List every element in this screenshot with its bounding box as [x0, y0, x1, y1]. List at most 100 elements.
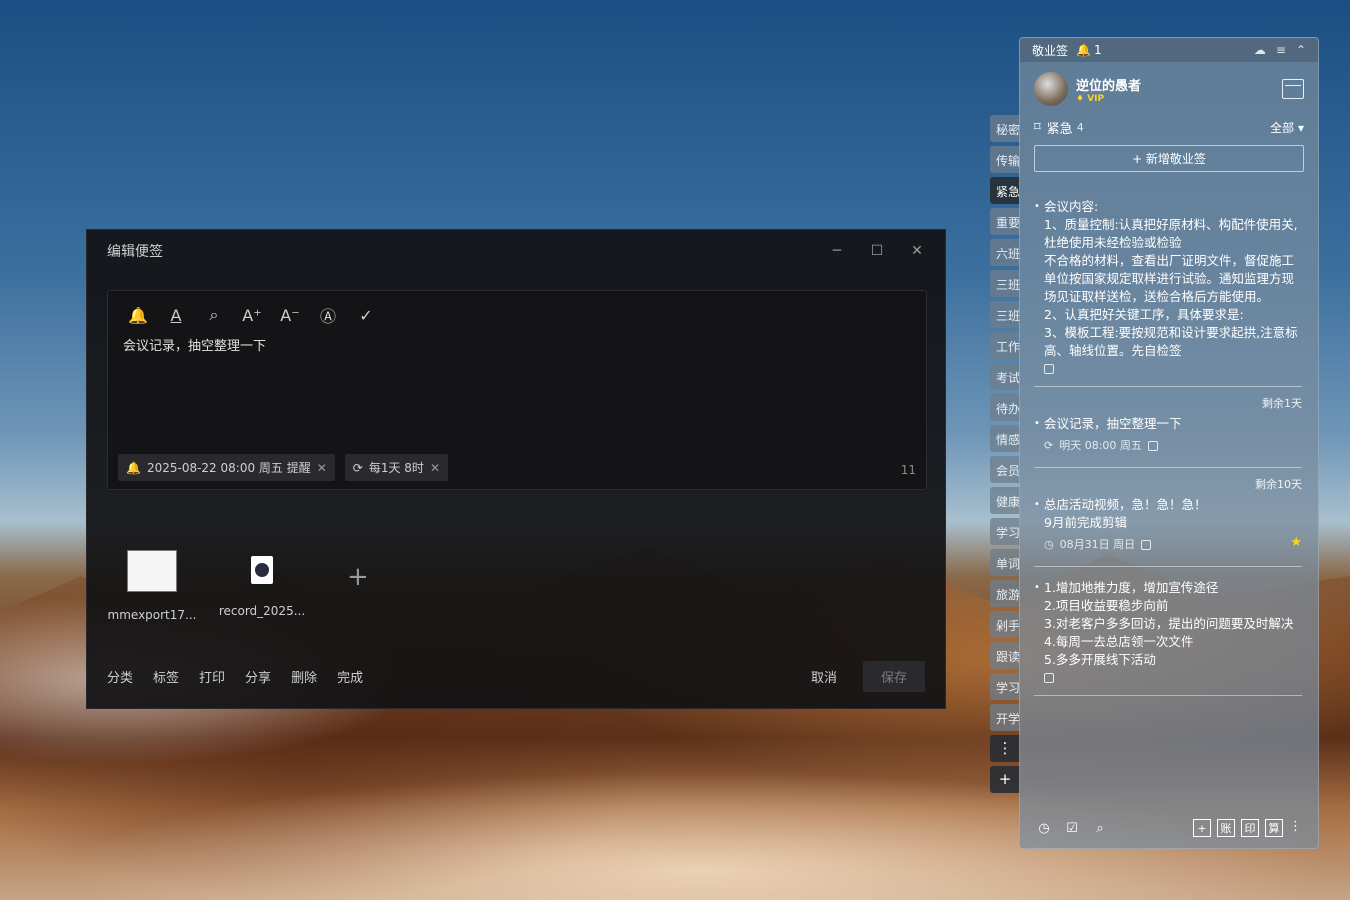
lock-icon — [1147, 441, 1158, 451]
attachment-item[interactable]: record_2025... — [217, 548, 307, 618]
note-content: 总店活动视频，急！急！急！ 9月前完成剪辑 — [1044, 497, 1207, 530]
tab-class3[interactable]: 三班 — [990, 270, 1020, 297]
tab-transfer[interactable]: 传输 — [990, 146, 1020, 173]
note-text-area[interactable]: 会议记录，抽空整理一下 — [108, 331, 926, 431]
repeat-icon: ⟳ — [352, 460, 363, 475]
panel-footer: ◷ ☑ ⌕ + 账 印 算 ⋮ — [1020, 808, 1318, 848]
notes-list: 会议内容: 1、质量控制:认真把好原材料、构配件使用关,杜绝使用未经检验或检验 … — [1034, 198, 1302, 696]
category-name: 紧急 — [1046, 122, 1073, 137]
category-button[interactable]: 分类 — [107, 667, 133, 686]
notification-count: 1 — [1093, 43, 1102, 57]
attachments-list: mmexport17... record_2025... + — [107, 548, 369, 622]
list-item[interactable]: 1.增加地推力度，增加宣传途径 2.项目收益要稳步向前 3.对老客户多多回访，提… — [1034, 579, 1302, 683]
tab-work[interactable]: 工作 — [990, 332, 1020, 359]
font-style-icon[interactable]: Ⓐ — [318, 305, 338, 326]
list-item[interactable]: 会议内容: 1、质量控制:认真把好原材料、构配件使用关,杜绝使用未经检验或检验 … — [1034, 198, 1302, 374]
save-button[interactable]: 保存 — [862, 661, 925, 692]
search-icon[interactable]: ⌕ — [1092, 820, 1108, 836]
tab-follow[interactable]: 跟读 — [990, 642, 1020, 669]
bookmark-icon: ⌑ — [1034, 120, 1041, 135]
add-note-button[interactable]: + 新增敬业签 — [1034, 145, 1304, 172]
close-icon[interactable]: ✕ — [430, 461, 440, 475]
more-icon[interactable]: ⋮ — [1289, 819, 1302, 837]
filter-all-dropdown[interactable]: 全部 ▾ — [1270, 119, 1304, 136]
editor-title: 编辑便签 — [107, 244, 163, 260]
reminder-chip[interactable]: 🔔 2025-08-22 08:00 周五 提醒 ✕ — [118, 454, 335, 481]
bell-icon[interactable]: 🔔 — [128, 305, 148, 325]
text-color-icon[interactable]: A — [166, 305, 186, 325]
bell-icon: 🔔 — [126, 460, 141, 475]
tab-class6[interactable]: 六班 — [990, 239, 1020, 266]
tab-exam[interactable]: 考试 — [990, 363, 1020, 390]
calculator-icon[interactable]: 算 — [1265, 819, 1283, 837]
format-toolbar: 🔔 A ⌕ A⁺ A⁻ Ⓐ ✓ — [108, 291, 926, 331]
clock-icon[interactable]: ◷ — [1036, 820, 1052, 836]
repeat-chip[interactable]: ⟳ 每1天 8时 ✕ — [344, 454, 448, 481]
tab-class3b[interactable]: 三班 — [990, 301, 1020, 328]
menu-icon[interactable]: ≡ — [1276, 43, 1286, 57]
audio-file-icon — [251, 556, 273, 584]
image-thumbnail — [127, 550, 177, 592]
add-attachment-button[interactable]: + — [347, 562, 369, 592]
tag-button[interactable]: 标签 — [153, 667, 179, 686]
editor-content-box: 🔔 A ⌕ A⁺ A⁻ Ⓐ ✓ 会议记录，抽空整理一下 🔔 2025-08-22… — [107, 290, 927, 490]
vip-badge: ♦ VIP — [1076, 93, 1105, 104]
repeat-chip-label: 每1天 8时 — [368, 461, 424, 475]
cancel-button[interactable]: 取消 — [811, 667, 837, 686]
user-profile: 逆位的愚者 ♦ VIP — [1020, 62, 1318, 116]
sticky-notes-panel: 敬业签 🔔 1 ☁ ≡ ⌃ 逆位的愚者 ♦ VIP ⌑ 紧急 4 全部 ▾ + … — [1019, 37, 1319, 849]
collapse-icon[interactable]: ⌃ — [1296, 43, 1306, 57]
checklist-icon[interactable]: ☑ — [1064, 820, 1080, 836]
close-icon[interactable]: ✕ — [909, 243, 925, 259]
more-tabs-button[interactable]: ⋮ — [990, 735, 1020, 762]
delete-button[interactable]: 删除 — [291, 667, 317, 686]
share-button[interactable]: 分享 — [245, 667, 271, 686]
minimize-icon[interactable]: ─ — [829, 243, 845, 259]
list-item[interactable]: 会议记录，抽空整理一下 ⟳ 明天 08:00 周五 — [1034, 415, 1302, 455]
category-filter-row: ⌑ 紧急 4 全部 ▾ — [1020, 118, 1318, 137]
tab-secret[interactable]: 秘密 — [990, 115, 1020, 142]
cloud-sync-icon[interactable]: ☁ — [1254, 43, 1266, 57]
tab-emotion[interactable]: 情感 — [990, 425, 1020, 452]
panel-header[interactable]: 敬业签 🔔 1 ☁ ≡ ⌃ — [1020, 38, 1318, 62]
tab-todo[interactable]: 待办 — [990, 394, 1020, 421]
add-tab-button[interactable]: + — [990, 766, 1020, 793]
add-icon[interactable]: + — [1193, 819, 1211, 837]
attachment-name: record_2025... — [218, 604, 306, 618]
tab-health[interactable]: 健康 — [990, 487, 1020, 514]
edit-note-window: 编辑便签 ─ ☐ ✕ 🔔 A ⌕ A⁺ A⁻ Ⓐ ✓ 会议记录，抽空整理一下 🔔… — [86, 229, 946, 709]
list-item[interactable]: 总店活动视频，急！急！急！ 9月前完成剪辑 ◷ 08月31日 周日 ★ — [1034, 496, 1302, 554]
tab-member[interactable]: 会员 — [990, 456, 1020, 483]
attachment-item[interactable]: mmexport17... — [107, 548, 197, 622]
font-increase-icon[interactable]: A⁺ — [242, 305, 262, 325]
note-content: 1.增加地推力度，增加宣传途径 2.项目收益要稳步向前 3.对老客户多多回访，提… — [1044, 580, 1294, 667]
editor-titlebar[interactable]: 编辑便签 ─ ☐ ✕ — [87, 230, 945, 272]
lock-icon — [1044, 364, 1054, 374]
search-icon[interactable]: ⌕ — [204, 305, 224, 325]
lock-icon — [1141, 540, 1152, 550]
close-icon[interactable]: ✕ — [317, 461, 327, 475]
notification-icon[interactable]: 🔔 — [1076, 43, 1091, 57]
account-icon[interactable]: 账 — [1217, 819, 1235, 837]
remaining-days: 剩余10天 — [1255, 478, 1302, 491]
calendar-icon[interactable] — [1282, 79, 1304, 99]
print-icon[interactable]: 印 — [1241, 819, 1259, 837]
print-button[interactable]: 打印 — [199, 667, 225, 686]
check-icon[interactable]: ✓ — [356, 305, 376, 325]
star-icon[interactable]: ★ — [1290, 534, 1302, 552]
tab-urgent[interactable]: 紧急 — [990, 177, 1020, 204]
attachment-name: mmexport17... — [107, 608, 197, 622]
font-decrease-icon[interactable]: A⁻ — [280, 305, 300, 325]
tab-study[interactable]: 学习 — [990, 518, 1020, 545]
app-name: 敬业签 — [1032, 43, 1069, 58]
tab-important[interactable]: 重要 — [990, 208, 1020, 235]
tab-travel[interactable]: 旅游 — [990, 580, 1020, 607]
user-name: 逆位的愚者 — [1076, 78, 1142, 94]
complete-button[interactable]: 完成 — [337, 667, 363, 686]
tab-words[interactable]: 单词 — [990, 549, 1020, 576]
tab-shopping[interactable]: 剁手 — [990, 611, 1020, 638]
maximize-icon[interactable]: ☐ — [869, 243, 885, 259]
tab-study2[interactable]: 学习 — [990, 673, 1020, 700]
avatar[interactable] — [1034, 72, 1068, 106]
tab-school[interactable]: 开学 — [990, 704, 1020, 731]
